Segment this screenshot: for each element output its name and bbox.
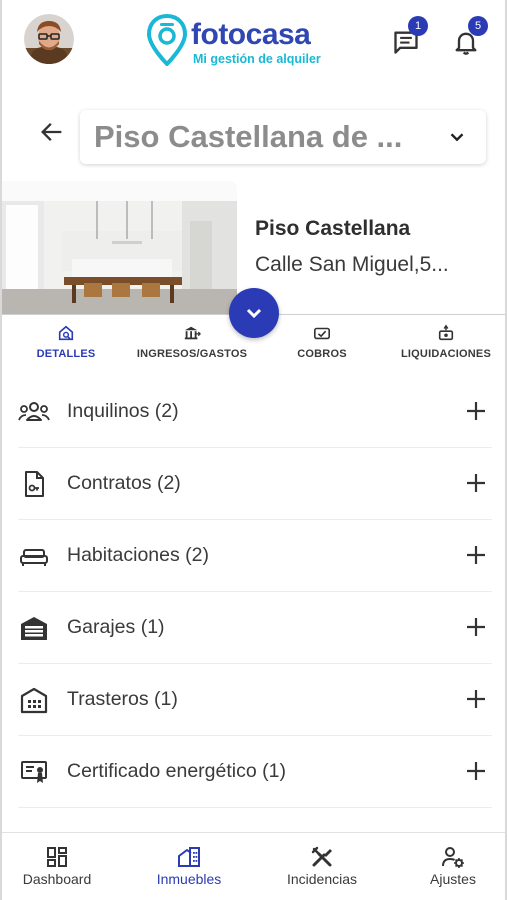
energy-certificate-icon: [21, 761, 47, 783]
plus-icon[interactable]: [464, 615, 488, 639]
garage-icon: [21, 617, 47, 640]
bank-icon: [184, 326, 201, 340]
messages-badge: 1: [408, 16, 428, 36]
plus-icon[interactable]: [464, 543, 488, 567]
storage-icon: [20, 687, 48, 714]
tab-label: LIQUIDACIONES: [401, 348, 491, 360]
brand-tagline: Mi gestión de alquiler: [193, 52, 321, 66]
list-item-label: Contratos (2): [67, 472, 181, 494]
nav-label: Ajustes: [430, 871, 476, 887]
tab-label: COBROS: [297, 348, 347, 360]
nav-label: Inmuebles: [156, 871, 222, 887]
plus-icon[interactable]: [464, 399, 488, 423]
list-item-label: Certificado energético (1): [67, 760, 286, 782]
tools-icon: [311, 846, 332, 867]
property-address: Calle San Miguel,5...: [255, 253, 449, 276]
location-pin-icon: [147, 14, 187, 66]
app-header: fotocasa Mi gestión de alquiler 1 5: [2, 0, 505, 86]
property-name: Piso Castellana: [255, 217, 411, 240]
back-arrow-icon: [41, 123, 62, 141]
property-details-list: Inquilinos (2) Contratos (2) Habitacione…: [18, 376, 492, 808]
tab-label: DETALLES: [36, 348, 96, 360]
dashboard-icon: [47, 847, 67, 867]
chevron-down-icon: [450, 133, 464, 142]
list-item-inquilinos[interactable]: Inquilinos (2): [18, 376, 492, 448]
list-item-habitaciones[interactable]: Habitaciones (2): [18, 520, 492, 592]
list-item-label: Inquilinos (2): [67, 400, 179, 422]
list-item-label: Garajes (1): [67, 616, 165, 638]
tab-detalles[interactable]: DETALLES: [24, 318, 108, 370]
list-item-garajes[interactable]: Garajes (1): [18, 592, 492, 664]
nav-dashboard[interactable]: Dashboard: [12, 833, 102, 900]
payment-icon: [313, 327, 331, 340]
fotocasa-logo: fotocasa Mi gestión de alquiler: [147, 14, 337, 70]
property-selector-title: Piso Castellana de ...: [94, 119, 403, 154]
user-settings-icon: [442, 847, 464, 868]
nav-label: Dashboard: [22, 871, 92, 887]
settlement-icon: [438, 324, 454, 341]
plus-icon[interactable]: [464, 759, 488, 783]
nav-label: Incidencias: [286, 871, 358, 887]
contract-icon: [25, 471, 44, 497]
brand-name: fotocasa: [191, 18, 311, 51]
messages-button[interactable]: 1: [392, 16, 428, 56]
list-item-label: Habitaciones (2): [67, 544, 209, 566]
plus-icon[interactable]: [464, 471, 488, 495]
nav-ajustes[interactable]: Ajustes: [410, 833, 496, 900]
property-selector[interactable]: Piso Castellana de ...: [80, 110, 486, 164]
nav-incidencias[interactable]: Incidencias: [276, 833, 368, 900]
bed-icon: [20, 549, 48, 566]
plus-icon[interactable]: [464, 687, 488, 711]
group-icon: [18, 402, 50, 421]
list-item-certificado-energetico[interactable]: Certificado energético (1): [18, 736, 492, 808]
nav-inmuebles[interactable]: Inmuebles: [144, 833, 234, 900]
notifications-badge: 5: [468, 16, 488, 36]
tab-ingresos-gastos[interactable]: INGRESOS/GASTOS: [136, 318, 248, 370]
buildings-icon: [178, 847, 200, 867]
avatar[interactable]: [24, 14, 74, 64]
property-tabs: DETALLES INGRESOS/GASTOS COBROS LIQUIDAC…: [2, 318, 505, 370]
list-item-contratos[interactable]: Contratos (2): [18, 448, 492, 520]
notifications-button[interactable]: 5: [452, 16, 488, 56]
app-screen: fotocasa Mi gestión de alquiler 1 5 Piso…: [0, 0, 507, 900]
tab-cobros[interactable]: COBROS: [284, 318, 360, 370]
tab-label: INGRESOS/GASTOS: [136, 348, 248, 360]
list-item-label: Trasteros (1): [67, 688, 178, 710]
tab-liquidaciones[interactable]: LIQUIDACIONES: [400, 318, 492, 370]
property-photo[interactable]: [2, 181, 237, 314]
bottom-navigation: Dashboard Inmuebles Incidencias Ajustes: [2, 832, 505, 900]
list-item-trasteros[interactable]: Trasteros (1): [18, 664, 492, 736]
back-button[interactable]: [38, 118, 66, 146]
house-search-icon: [58, 325, 74, 341]
